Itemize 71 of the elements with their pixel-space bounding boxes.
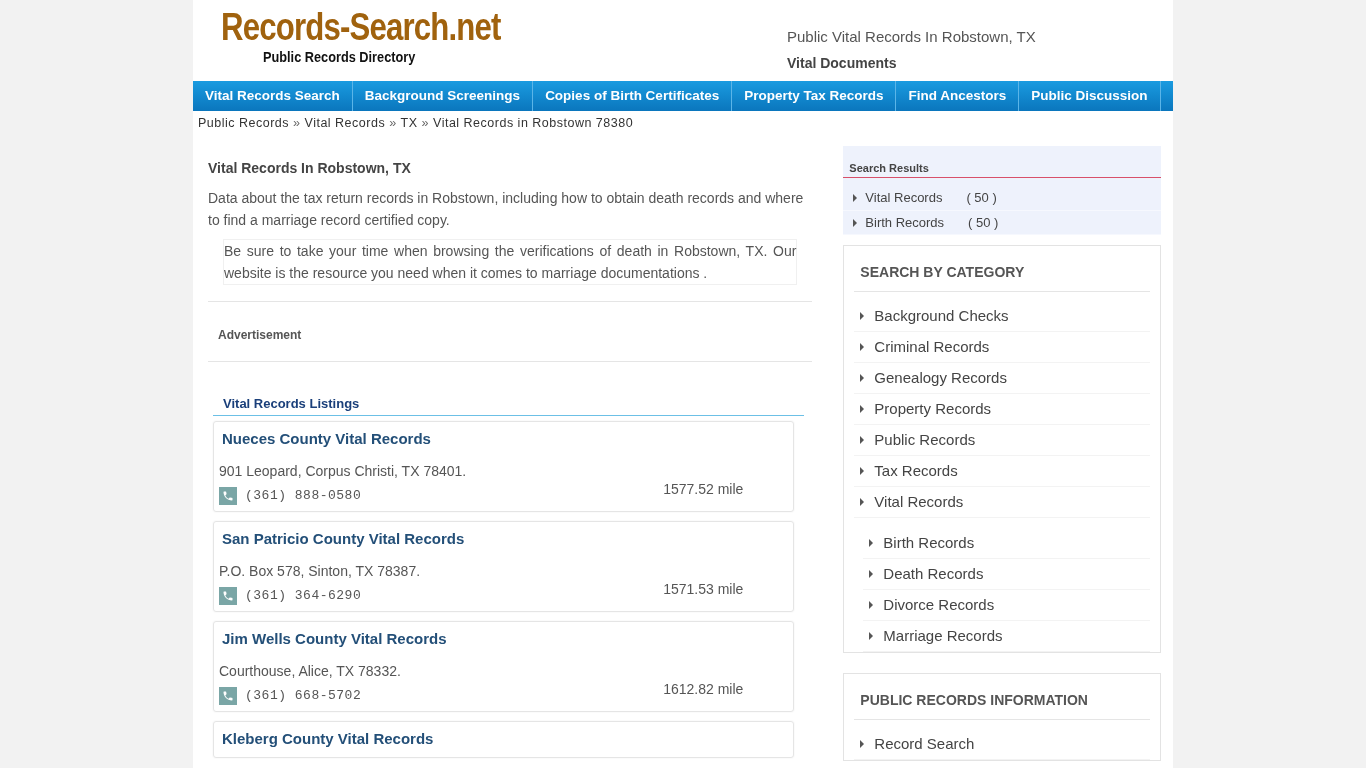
phone-icon (219, 586, 237, 605)
caret-icon (853, 218, 858, 227)
phone-icon (219, 486, 237, 505)
logo-tagline: Public Records Directory (263, 47, 417, 67)
article-heading: Vital Records In Robstown, TX (208, 158, 412, 178)
section-title: Vital Records Listings (213, 393, 805, 417)
nav-link[interactable]: Copies of Birth Certificates (533, 81, 733, 111)
nav-link[interactable]: Public Discussion (1019, 81, 1161, 111)
caret-icon (869, 570, 874, 579)
category-link[interactable]: Property Records (874, 398, 992, 421)
category-link[interactable]: Death Records (883, 563, 984, 586)
result-link[interactable]: Vital Records (865, 188, 943, 208)
breadcrumb-link[interactable]: Public Records (198, 116, 290, 130)
listing-name[interactable]: San Patricio County Vital Records (222, 528, 789, 551)
category-link[interactable]: Public Records (874, 429, 976, 452)
intro-paragraph: Data about the tax return records in Robstown, including how to obtain death records and where to find a marriage record certified copy. (208, 188, 805, 230)
caret-icon (860, 740, 865, 749)
breadcrumb-link[interactable]: TX (400, 116, 418, 130)
category-link[interactable]: Vital Records (874, 491, 964, 514)
result-count: ( 50 ) (966, 189, 997, 208)
phone-number: (361) 668-5702 (245, 686, 362, 705)
page-subtitle: Vital Documents (787, 53, 898, 73)
caret-icon (860, 436, 865, 445)
breadcrumb-separator: » (293, 116, 301, 130)
caret-icon (869, 601, 874, 610)
caret-icon (860, 405, 865, 414)
page-title: Public Vital Records In Robstown, TX (787, 27, 1037, 47)
caret-icon (860, 343, 865, 352)
caret-icon (860, 374, 865, 383)
nav-link[interactable]: Background Screenings (352, 81, 534, 111)
breadcrumb-link[interactable]: Vital Records in Robstown 78380 (433, 116, 634, 130)
caret-icon (869, 632, 874, 641)
listing-name[interactable]: Nueces County Vital Records (222, 428, 789, 451)
result-count: ( 50 ) (968, 213, 999, 232)
distance-label: 1612.82 mile (663, 680, 744, 699)
category-link[interactable]: Tax Records (874, 460, 958, 483)
caret-icon (860, 312, 865, 321)
breadcrumb-link[interactable]: Vital Records (304, 116, 386, 130)
breadcrumb-separator: » (421, 116, 430, 130)
phone-number: (361) 364-6290 (245, 586, 362, 605)
category-link[interactable]: Birth Records (883, 532, 975, 555)
breadcrumb-separator: » (389, 116, 397, 130)
listing-address: P.O. Box 578, Sinton, TX 78387. (219, 561, 422, 581)
category-link[interactable]: Marriage Records (883, 625, 1003, 648)
caret-icon (869, 539, 874, 548)
category-link[interactable]: Record Search (874, 733, 975, 756)
category-link[interactable]: Criminal Records (874, 336, 990, 359)
listing-address: Courthouse, Alice, TX 78332. (219, 661, 402, 681)
result-link[interactable]: Birth Records (865, 212, 945, 233)
distance-label: 1571.53 mile (663, 580, 744, 599)
category-link[interactable]: Divorce Records (883, 594, 995, 617)
caret-icon (853, 194, 858, 202)
distance-label: 1577.52 mile (663, 480, 744, 499)
nav-link[interactable]: Vital Records Search (193, 81, 353, 111)
caret-icon (860, 498, 865, 507)
category-link[interactable]: Genealogy Records (874, 367, 1007, 390)
logo-title[interactable]: Records-Search.net (221, 8, 501, 46)
category-link[interactable]: Background Checks (874, 305, 1009, 328)
listing-name[interactable]: Kleberg County Vital Records (222, 728, 789, 751)
panel-title: PUBLIC RECORDS INFORMATION (854, 686, 1150, 721)
panel-title: Search Results (843, 145, 1161, 179)
listing-address: 901 Leopard, Corpus Christi, TX 78401. (219, 461, 468, 481)
caret-icon (860, 467, 865, 476)
nav-link[interactable]: Property Tax Records (732, 81, 897, 111)
phone-number: (361) 888-0580 (245, 486, 362, 505)
phone-icon (219, 686, 237, 705)
panel-title: SEARCH BY CATEGORY (854, 258, 1150, 293)
advertisement-label: Advertisement (218, 327, 302, 342)
listing-name[interactable]: Jim Wells County Vital Records (222, 628, 789, 651)
note-paragraph: Be sure to take your time when browsing the verifications of death in Robstown, TX. Our website is the resource you need when it comes to marriage documentations . (223, 238, 798, 285)
nav-link[interactable]: Find Ancestors (896, 81, 1020, 111)
